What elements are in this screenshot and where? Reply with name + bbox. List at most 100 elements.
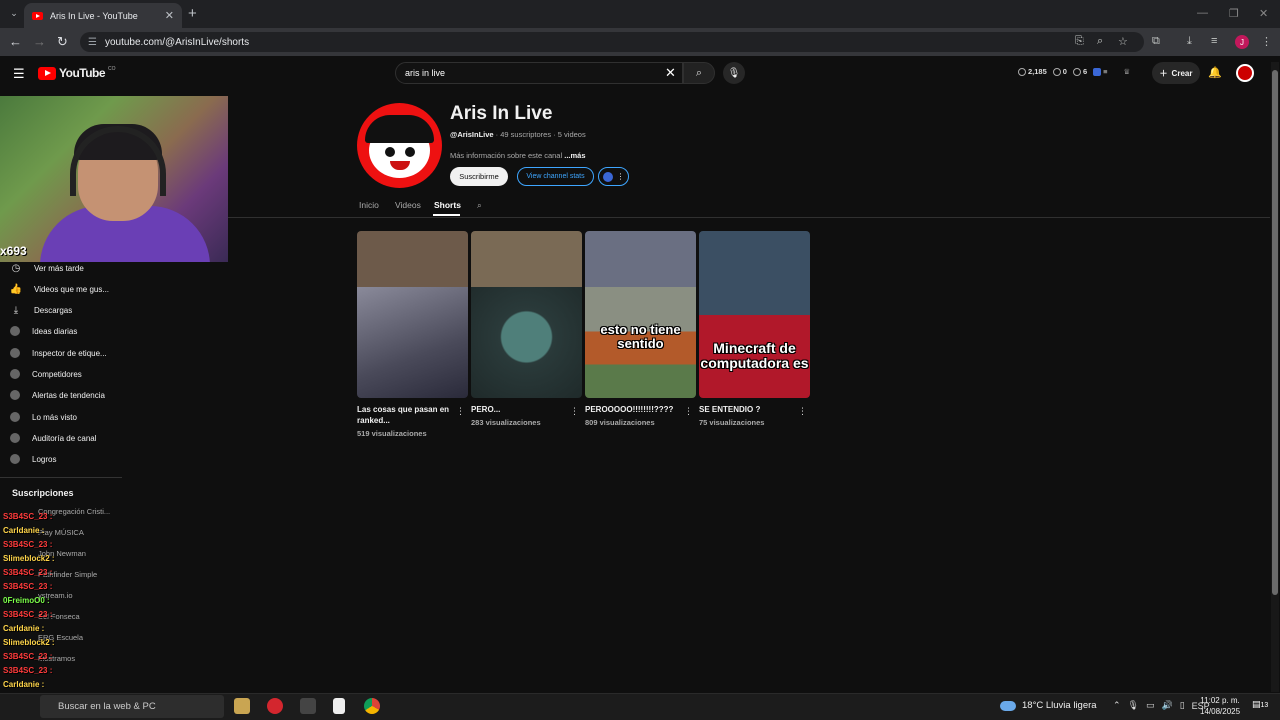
sidebar-item[interactable]: Competidores xyxy=(10,364,82,384)
sidebar-item[interactable]: Alertas de tendencia xyxy=(10,385,105,405)
chrome-icon[interactable] xyxy=(364,698,380,714)
short-title[interactable]: SE ENTENDIO ? 75 visualizaciones xyxy=(699,404,799,429)
browser-menu-icon[interactable]: ⋮ xyxy=(1261,35,1272,48)
subscribe-button[interactable]: Suscribirme xyxy=(450,167,508,186)
reload-icon[interactable]: ↻ xyxy=(57,34,68,50)
volume-icon[interactable]: 🔊 xyxy=(1162,700,1173,711)
youtube-logo[interactable]: YouTube CO xyxy=(38,66,116,80)
close-tab-icon[interactable]: ✕ xyxy=(165,9,174,22)
network-icon[interactable]: ▭ xyxy=(1146,700,1155,711)
app-icon[interactable] xyxy=(300,698,316,714)
short-thumbnail[interactable] xyxy=(357,231,468,398)
profile-avatar[interactable]: J xyxy=(1235,35,1249,49)
thumbnail-top xyxy=(357,231,468,287)
chat-message: S3B4SC_23 : xyxy=(3,582,53,591)
sidebar-item[interactable]: 👍 Videos que me gus... xyxy=(10,279,109,299)
chat-message: S3B4SC_23 : xyxy=(3,540,53,549)
chevron-up-icon[interactable]: ⌃ xyxy=(1113,700,1121,711)
subscription-item[interactable]: Play MÚSICA xyxy=(38,528,84,537)
install-app-icon[interactable]: ⎘ xyxy=(1075,35,1084,48)
thumbnail-bottom xyxy=(357,287,468,398)
create-button[interactable]: ＋ Crear xyxy=(1152,62,1200,84)
guide-menu-icon[interactable]: ☰ xyxy=(13,66,25,82)
close-window-icon[interactable]: ✕ xyxy=(1259,7,1268,20)
sidebar-item[interactable]: Lo más visto xyxy=(10,407,77,427)
sidebar-item[interactable]: ⤓ Descargas xyxy=(10,300,72,320)
browser-tab[interactable]: Aris In Live - YouTube ✕ xyxy=(24,3,182,28)
channel-description[interactable]: Más información sobre este canal ...más xyxy=(450,151,586,160)
weather-widget[interactable]: 18°C Lluvia ligera xyxy=(1000,700,1097,711)
voice-search-button[interactable]: 🎙 xyxy=(723,62,745,84)
thumbnail-top xyxy=(471,231,582,287)
thumbnail-top xyxy=(699,231,810,315)
sidebar-item-label: Lo más visto xyxy=(32,412,77,422)
chat-message: Slimeblock2 : xyxy=(3,638,55,647)
tab-shorts[interactable]: Shorts xyxy=(434,200,461,210)
channel-search-icon[interactable]: ⌕ xyxy=(477,200,482,211)
short-menu-icon[interactable]: ⋮ xyxy=(456,406,465,417)
zoom-icon[interactable]: ⌕ xyxy=(1097,35,1103,48)
back-icon[interactable]: ← xyxy=(9,34,22,49)
subscriptions-title: Suscripciones xyxy=(12,488,74,498)
system-tray[interactable]: ⌃ 🎙 ▭ 🔊 ▯ ESP xyxy=(1113,700,1210,711)
bookmark-star-icon[interactable]: ☆ xyxy=(1118,35,1128,48)
address-bar[interactable]: ☰ youtube.com/@ArisInLive/shorts xyxy=(80,32,1144,52)
short-thumbnail[interactable] xyxy=(471,231,582,398)
country-code: CO xyxy=(108,66,116,72)
notifications-bell-icon[interactable]: 🔔 xyxy=(1208,66,1222,79)
scrollbar-thumb[interactable] xyxy=(1272,70,1278,595)
forward-icon[interactable]: → xyxy=(33,34,46,49)
youtube-play-icon xyxy=(38,66,56,80)
reading-list-icon[interactable]: ≡ xyxy=(1211,35,1217,47)
sidebar-item-label: Competidores xyxy=(32,369,82,379)
sidebar-item[interactable]: Auditoría de canal xyxy=(10,428,97,448)
new-tab-icon[interactable]: + xyxy=(188,5,197,22)
short-title[interactable]: PEROOOOO!!!!!!!!???? 809 visualizaciones xyxy=(585,404,685,429)
channel-avatar[interactable] xyxy=(357,103,442,188)
opera-icon[interactable] xyxy=(267,698,283,714)
minimize-icon[interactable]: — xyxy=(1197,7,1208,19)
avatar-cap xyxy=(365,115,434,143)
short-menu-icon[interactable]: ⋮ xyxy=(798,406,807,417)
short-menu-icon[interactable]: ⋮ xyxy=(684,406,693,417)
maximize-icon[interactable]: ❐ xyxy=(1229,7,1239,20)
extensions-icon[interactable]: ⧉ xyxy=(1152,35,1160,48)
extension-button[interactable]: ⋮ xyxy=(598,167,629,186)
tab-videos[interactable]: Videos xyxy=(395,200,421,210)
extension-icon xyxy=(10,433,20,443)
channel-handle: @ArisInLive xyxy=(450,130,494,139)
chat-message: 0FreimoO0 : xyxy=(3,596,50,605)
short-title[interactable]: Las cosas que pasan en ranked... 519 visu… xyxy=(357,404,457,440)
stat-b: 0 xyxy=(1052,67,1067,77)
thumbs-up-icon: 👍 xyxy=(9,283,23,295)
extension-stats[interactable]: 2,185 0 6 ≡ ♕ xyxy=(1018,67,1130,77)
search-button[interactable]: ⌕ xyxy=(683,62,715,84)
tab-inicio[interactable]: Inicio xyxy=(359,200,379,210)
downloads-icon[interactable]: ⤓ xyxy=(1187,35,1192,48)
battery-icon[interactable]: ▯ xyxy=(1180,700,1185,711)
search-icon: ⌕ xyxy=(695,66,703,79)
tab-list-chevron-icon[interactable]: ⌄ xyxy=(6,5,22,21)
sidebar-item[interactable]: Logros xyxy=(10,449,56,469)
taskbar-search[interactable]: Buscar en la web & PC xyxy=(40,695,224,718)
search-input[interactable]: aris in live xyxy=(395,62,683,84)
short-thumbnail[interactable]: esto no tiene sentido xyxy=(585,231,696,398)
site-settings-icon[interactable]: ☰ xyxy=(88,37,97,48)
document-icon[interactable] xyxy=(333,698,345,714)
more-link[interactable]: ...más xyxy=(564,151,585,160)
clock[interactable]: 11:02 p. m. 14/08/2025 xyxy=(1200,696,1240,718)
chat-message: S3B4SC_23 : xyxy=(3,666,53,675)
file-explorer-icon[interactable] xyxy=(234,698,250,714)
clear-search-icon[interactable]: ✕ xyxy=(665,65,676,81)
short-title[interactable]: PERO... 283 visualizaciones xyxy=(471,404,571,429)
sidebar-item[interactable]: Ideas diarias xyxy=(10,321,77,341)
sidebar-item[interactable]: Inspector de etique... xyxy=(10,343,107,363)
chat-message: Carldanie : xyxy=(3,624,45,633)
notifications-icon[interactable]: ▤13 xyxy=(1252,699,1268,710)
microphone-icon[interactable]: 🎙 xyxy=(1128,700,1139,711)
account-avatar[interactable] xyxy=(1236,64,1254,82)
view-channel-stats-button[interactable]: View channel stats xyxy=(517,167,594,186)
url-text: youtube.com/@ArisInLive/shorts xyxy=(104,36,250,48)
short-menu-icon[interactable]: ⋮ xyxy=(570,406,579,417)
short-thumbnail[interactable]: Minecraft de computadora es xyxy=(699,231,810,398)
